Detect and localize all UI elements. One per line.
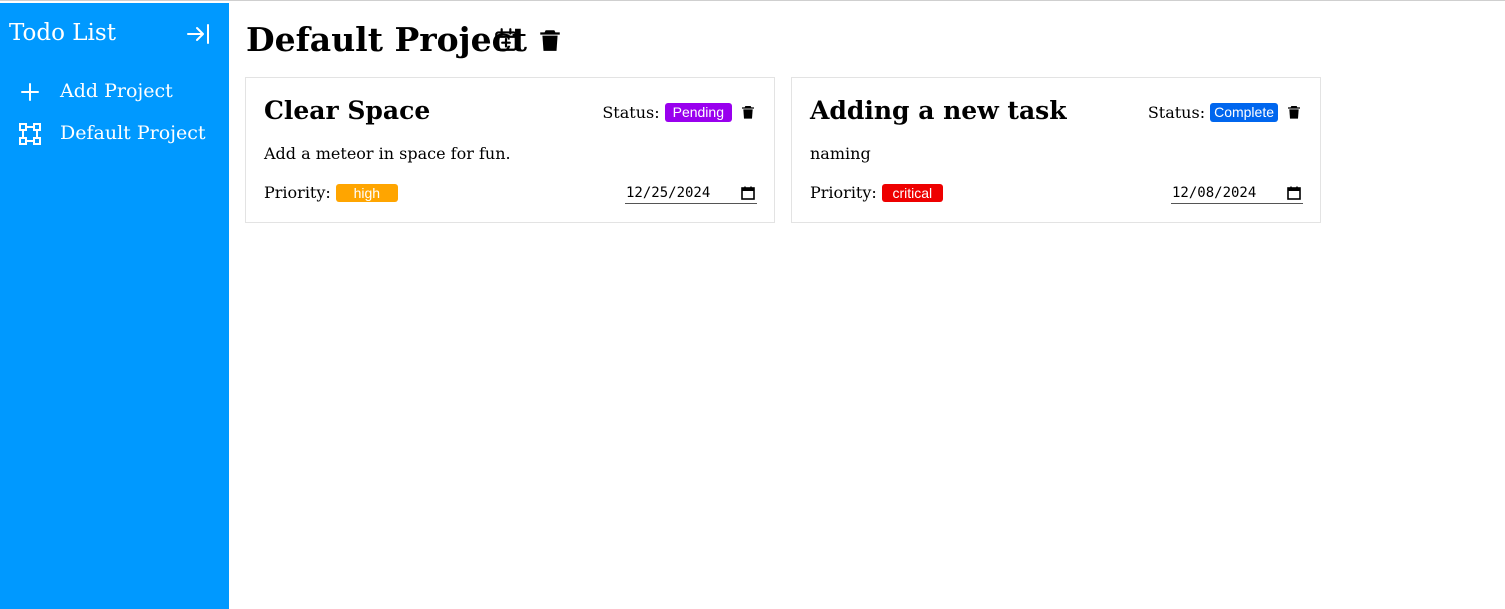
- due-date-value: 12/08/2024: [1172, 185, 1257, 201]
- calendar-icon[interactable]: [1286, 185, 1302, 201]
- sidebar-item-add-project[interactable]: Add Project: [18, 77, 223, 107]
- sidebar-item-label: Add Project: [60, 80, 173, 102]
- page-title: Default Project: [246, 20, 527, 59]
- sidebar: Todo List Add Project Default Project: [0, 3, 229, 609]
- collapse-sidebar-icon[interactable]: [186, 22, 210, 46]
- status-group: Status: Pending: [602, 101, 756, 123]
- priority-badge[interactable]: critical: [881, 183, 943, 202]
- app-title: Todo List: [9, 20, 116, 46]
- priority-badge[interactable]: high: [335, 183, 398, 202]
- trash-icon[interactable]: [1286, 104, 1302, 120]
- status-label: Status:: [602, 102, 660, 122]
- priority-group: Priority: critical: [810, 183, 943, 202]
- task-description: Add a meteor in space for fun.: [264, 144, 511, 163]
- priority-label: Priority:: [264, 183, 331, 202]
- task-title: Adding a new task: [810, 96, 1067, 125]
- task-card: Clear Space Status: Pending Add a meteor…: [245, 77, 775, 223]
- sidebar-item-default-project[interactable]: Default Project: [18, 119, 223, 149]
- status-group: Status: Complete: [1148, 101, 1302, 123]
- status-badge[interactable]: Pending: [664, 102, 732, 122]
- status-badge[interactable]: Complete: [1210, 102, 1278, 122]
- calendar-add-icon[interactable]: [493, 27, 519, 53]
- status-label: Status:: [1147, 102, 1206, 122]
- trash-icon[interactable]: [537, 27, 563, 53]
- plus-icon: [18, 80, 42, 104]
- task-card: Adding a new task Status: Complete namin…: [791, 77, 1321, 223]
- task-title: Clear Space: [264, 96, 431, 125]
- priority-group: Priority: high: [264, 183, 398, 202]
- sidebar-header: Todo List: [9, 19, 211, 49]
- priority-label: Priority:: [810, 183, 877, 202]
- due-date-value: 12/25/2024: [626, 185, 711, 201]
- trash-icon[interactable]: [740, 104, 756, 120]
- calendar-icon[interactable]: [740, 185, 756, 201]
- project-icon: [18, 122, 42, 146]
- due-date-input[interactable]: 12/25/2024: [625, 183, 757, 204]
- task-description: naming: [810, 144, 871, 163]
- sidebar-item-label: Default Project: [60, 122, 206, 144]
- main-content: Default Project Clear Space Status: Pend…: [229, 3, 1505, 609]
- due-date-input[interactable]: 12/08/2024: [1171, 183, 1303, 204]
